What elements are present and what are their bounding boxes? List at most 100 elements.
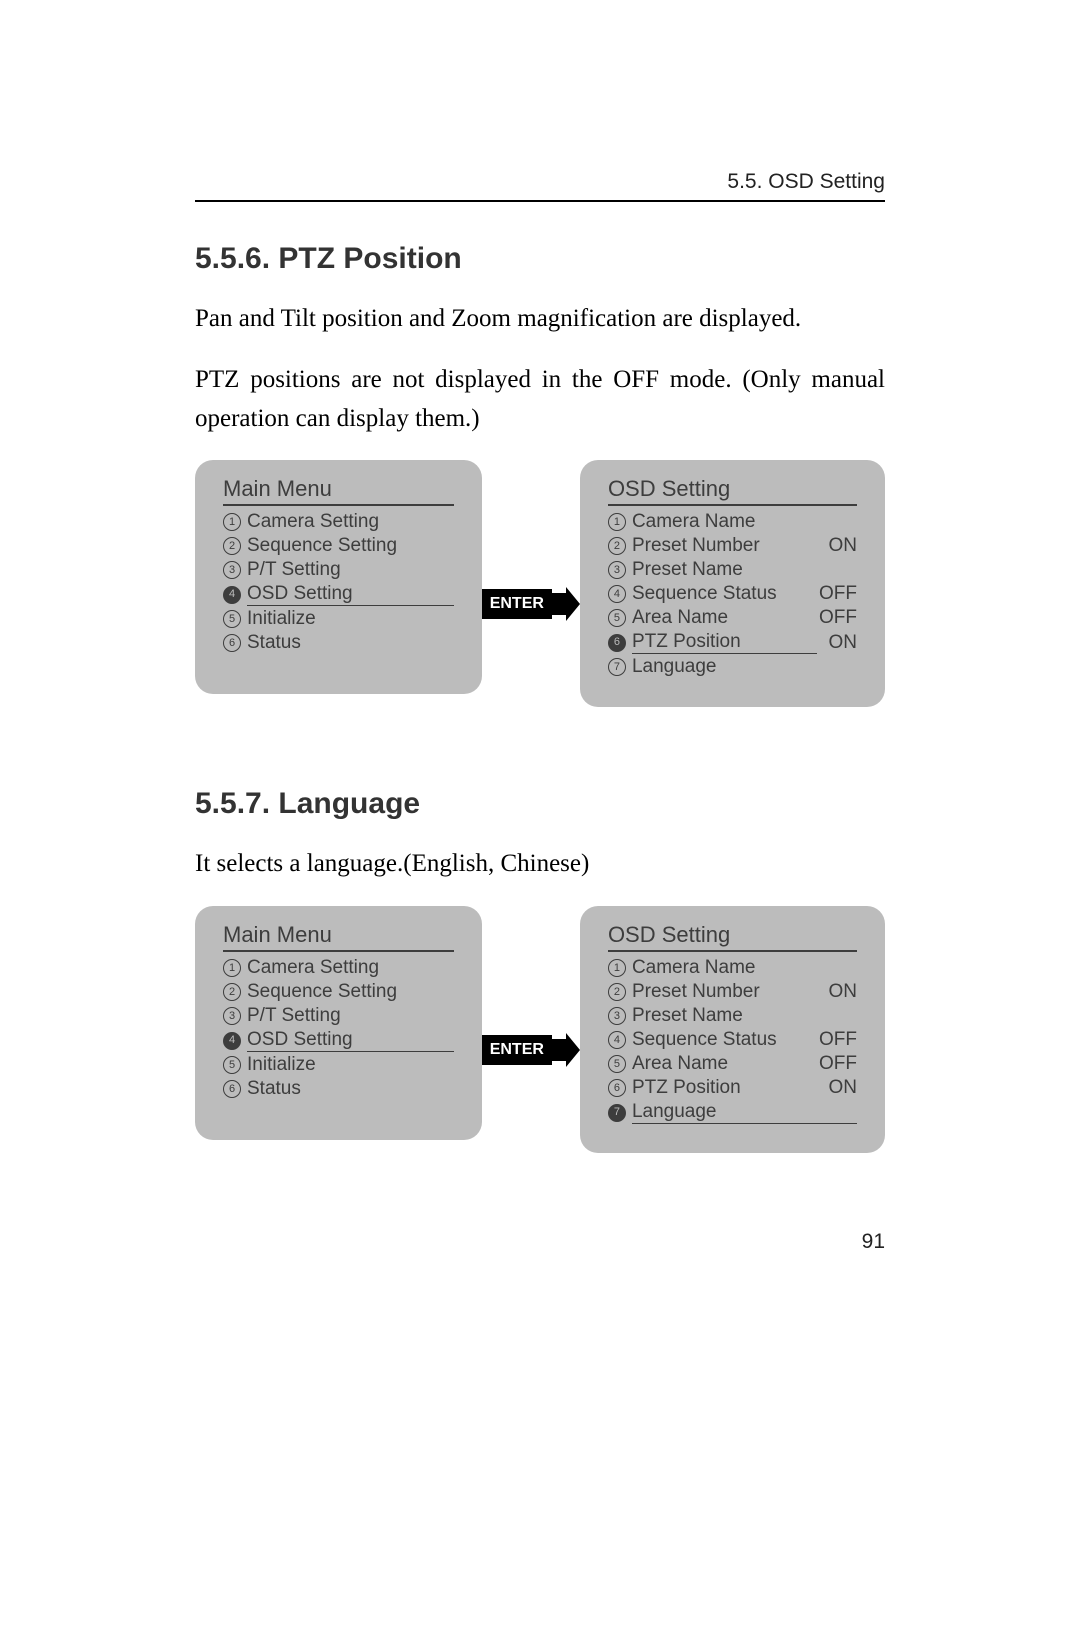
circled-number-icon: 4 [223,1032,241,1050]
section-heading-language: 5.5.7. Language [195,787,885,821]
menu-item: 1 Camera Name [608,956,857,980]
page-header: 5.5. OSD Setting [195,170,885,202]
main-menu-panel: Main Menu 1 Camera Setting 2 Sequence Setti… [195,460,482,694]
circled-number-icon: 2 [223,537,241,555]
menu-item-label: Language [632,656,857,678]
main-menu-list: 1Camera Setting2Sequence Setting 3 P/T Set… [219,956,458,1101]
menu-item: 4 Sequence Status OFF [608,1028,857,1052]
menu-item-label: P/T Setting [247,1005,454,1027]
menu-item-label: Preset Number [632,981,817,1003]
menu-item-label: Camera Setting [247,511,454,533]
menu-item-label: Initialize [247,608,454,630]
menu-item-value: ON [829,1077,858,1099]
circled-number-icon: 7 [608,1104,626,1122]
panel-title: Main Menu [223,922,454,952]
circled-number-icon: 4 [608,585,626,603]
menu-item-label: OSD Setting [247,1029,454,1052]
menu-item-value: OFF [819,1029,857,1051]
menu-item: 3 Preset Name [608,558,857,582]
menu-item-label: PTZ Position [632,1077,817,1099]
menu-item: 1Camera Setting [223,956,454,980]
menu-item-label: Preset Name [632,559,857,581]
menu-item: 5 Initialize [223,607,454,631]
circled-number-icon: 3 [223,1007,241,1025]
circled-number-icon: 6 [608,1079,626,1097]
panel-title: OSD Setting [608,476,857,506]
menu-item-label: OSD Setting [247,583,454,606]
enter-key-label: ENTER [482,589,552,619]
circled-number-icon: 3 [608,1007,626,1025]
menu-item: 4 OSD Setting [223,582,454,607]
enter-key-label: ENTER [482,1035,552,1065]
menu-item-label: Preset Name [632,1005,857,1027]
menu-item: 5 Area Name OFF [608,606,857,630]
menu-item: 5Initialize [223,1053,454,1077]
menu-item: 1 Camera Setting [223,510,454,534]
menu-item-label: Area Name [632,607,807,629]
menu-item: 7 Language [608,655,857,679]
menu-item: 6 Status [223,1077,454,1101]
circled-number-icon: 5 [223,610,241,628]
menu-item: 2Sequence Setting [223,980,454,1004]
circled-number-icon: 2 [608,537,626,555]
breadcrumb: 5.5. OSD Setting [727,170,885,193]
circled-number-icon: 7 [608,658,626,676]
menu-item-label: Area Name [632,1053,807,1075]
circled-number-icon: 3 [223,561,241,579]
menu-item-label: Sequence Status [632,583,807,605]
circled-number-icon: 4 [223,586,241,604]
panel-title: Main Menu [223,476,454,506]
menu-item: 7Language [608,1100,857,1125]
main-menu-panel: Main Menu 1Camera Setting2Sequence Setti… [195,906,482,1140]
arrow-right-icon [552,1033,580,1067]
page-number: 91 [862,1230,885,1254]
menu-item: 3 P/T Setting [223,1004,454,1028]
menu-item: 2 Preset Number ON [608,534,857,558]
menu-item-value: OFF [819,1053,857,1075]
menu-item-value: ON [829,535,858,557]
menu-item-value: OFF [819,607,857,629]
figure-ptz-position: Main Menu 1 Camera Setting 2 Sequence Setti… [195,460,885,707]
menu-item-label: Camera Name [632,957,857,979]
circled-number-icon: 1 [223,959,241,977]
menu-item-label: Camera Name [632,511,857,533]
body-paragraph: PTZ positions are not displayed in the O… [195,361,885,439]
menu-item-label: Sequence Status [632,1029,807,1051]
menu-item: 4 Sequence Status OFF [608,582,857,606]
menu-item: 6 PTZ Position ON [608,1076,857,1100]
menu-item-label: Status [247,1078,454,1100]
circled-number-icon: 1 [608,513,626,531]
circled-number-icon: 6 [223,1080,241,1098]
arrow-right-icon [552,587,580,621]
menu-item-label: Preset Number [632,535,817,557]
menu-item: 2 Sequence Setting [223,534,454,558]
menu-item: 3 Preset Name [608,1004,857,1028]
circled-number-icon: 1 [223,513,241,531]
circled-number-icon: 6 [608,634,626,652]
body-paragraph: It selects a language.(English, Chinese) [195,845,885,884]
osd-setting-panel: OSD Setting 1 Camera Name 2 Preset Number ON… [580,906,885,1153]
osd-menu-list: 1 Camera Name 2 Preset Number ON 3 Preset Name… [604,510,861,679]
circled-number-icon: 5 [223,1056,241,1074]
menu-item-label: PTZ Position [632,631,817,654]
osd-setting-panel: OSD Setting 1 Camera Name 2 Preset Number ON… [580,460,885,707]
body-paragraph: Pan and Tilt position and Zoom magnifica… [195,300,885,339]
menu-item-label: Sequence Setting [247,535,454,557]
circled-number-icon: 3 [608,561,626,579]
circled-number-icon: 2 [223,983,241,1001]
circled-number-icon: 5 [608,609,626,627]
menu-item: 6 PTZ Position ON [608,630,857,655]
menu-item-label: Status [247,632,454,654]
main-menu-list: 1 Camera Setting 2 Sequence Setting 3 P/T Set… [219,510,458,655]
menu-item-value: ON [829,632,858,654]
menu-item: 1 Camera Name [608,510,857,534]
menu-item: 2Preset NumberON [608,980,857,1004]
figure-language: Main Menu 1Camera Setting2Sequence Setti… [195,906,885,1153]
circled-number-icon: 5 [608,1055,626,1073]
circled-number-icon: 4 [608,1031,626,1049]
circled-number-icon: 1 [608,959,626,977]
panel-title: OSD Setting [608,922,857,952]
circled-number-icon: 2 [608,983,626,1001]
menu-item-label: P/T Setting [247,559,454,581]
menu-item-value: OFF [819,583,857,605]
